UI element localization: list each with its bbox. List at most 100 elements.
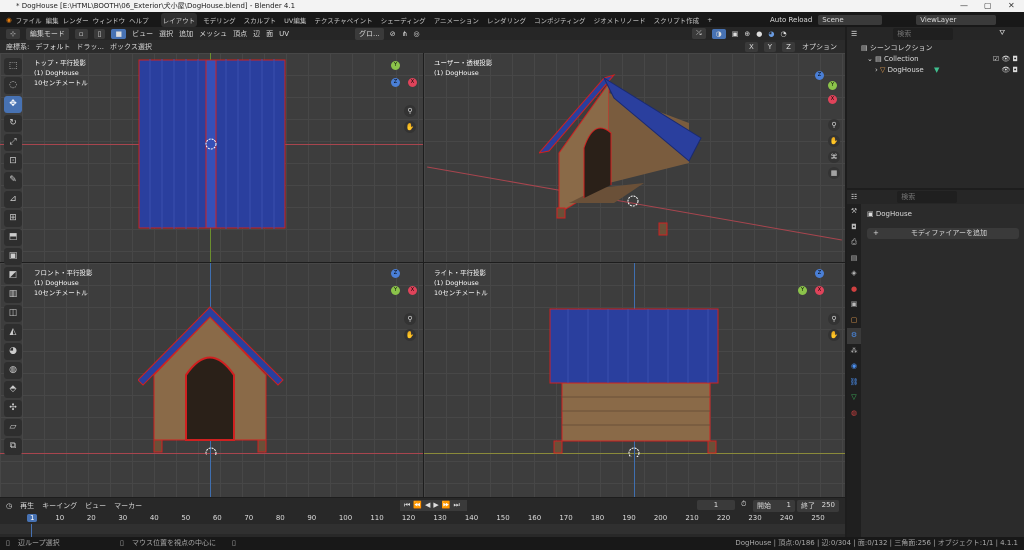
loop-cut-tool-icon[interactable]: ▥ xyxy=(4,286,22,303)
render-tab-icon[interactable]: ◘ xyxy=(847,220,861,236)
playback-menu[interactable]: 再生 xyxy=(20,501,34,511)
grid-icon[interactable]: ▦ xyxy=(828,167,840,179)
scene-tab-icon[interactable]: ◈ xyxy=(847,266,861,282)
auto-reload[interactable]: Auto Reload xyxy=(770,16,812,24)
outliner-display-icon[interactable]: ☰ xyxy=(851,30,857,38)
menu-file[interactable]: ファイル xyxy=(16,15,42,25)
menu-uv[interactable]: UV xyxy=(279,30,289,38)
options-menu[interactable]: オプション xyxy=(802,42,837,52)
xray-icon[interactable]: ▣ xyxy=(732,30,739,38)
pan-hand-icon[interactable]: ✋ xyxy=(404,121,416,133)
add-cube-tool-icon[interactable]: ⊞ xyxy=(4,210,22,227)
viewport-right[interactable]: ライト・平行投影 (1) DogHouse 10センチメートル Z X Y ⚲ ✋ xyxy=(424,263,845,497)
tab-shading[interactable]: シェーディング xyxy=(379,13,428,27)
modifier-tab-icon[interactable]: ⚙ xyxy=(847,328,861,344)
maximize-button[interactable]: ▢ xyxy=(984,0,992,12)
shear-tool-icon[interactable]: ▱ xyxy=(4,419,22,436)
snap-icon[interactable]: ⋔ xyxy=(402,30,408,38)
tab-rendering[interactable]: レンダリング xyxy=(485,13,528,27)
select-mode-selector[interactable]: ボックス選択 xyxy=(110,42,152,52)
pan-hand-icon[interactable]: ✋ xyxy=(828,329,840,341)
measure-tool-icon[interactable]: ⊿ xyxy=(4,191,22,208)
smooth-tool-icon[interactable]: ◍ xyxy=(4,362,22,379)
navigation-gizmo[interactable]: Z Y X xyxy=(374,269,418,313)
stopwatch-icon[interactable]: ⏱ xyxy=(741,500,746,509)
bevel-tool-icon[interactable]: ◩ xyxy=(4,267,22,284)
shading-rendered-icon[interactable]: ◔ xyxy=(780,30,786,38)
gizmo-z[interactable]: Z xyxy=(391,78,400,87)
gizmo-y[interactable]: Y xyxy=(828,81,837,90)
menu-vertex[interactable]: 頂点 xyxy=(233,29,247,39)
timeline-editor-icon[interactable]: ◷ xyxy=(6,502,12,510)
proportional-edit-icon[interactable]: ◎ xyxy=(413,30,419,38)
poly-build-tool-icon[interactable]: ◭ xyxy=(4,324,22,341)
view-menu[interactable]: ビュー xyxy=(85,501,106,511)
tab-modeling[interactable]: モデリング xyxy=(201,13,238,27)
gizmo-z[interactable]: Z xyxy=(815,269,824,278)
tab-texture-paint[interactable]: テクスチャペイント xyxy=(312,13,374,27)
outliner-search[interactable]: 検索 xyxy=(893,27,954,40)
face-select-icon[interactable]: ■ xyxy=(111,28,127,39)
gizmo-x[interactable]: X xyxy=(815,286,824,295)
inset-tool-icon[interactable]: ▣ xyxy=(4,248,22,265)
tab-animation[interactable]: アニメーション xyxy=(432,13,481,27)
viewport-front[interactable]: フロント・平行投影 (1) DogHouse 10センチメートル Z Y X ⚲ ✋ xyxy=(0,263,423,497)
edge-select-icon[interactable]: ▯ xyxy=(93,28,106,39)
annotate-tool-icon[interactable]: ✎ xyxy=(4,172,22,189)
overlay-toggle-icon[interactable]: ◑ xyxy=(711,28,726,39)
playback-controls[interactable]: ⏮⏪◀▶⏩⏭ xyxy=(400,500,467,511)
menu-mesh[interactable]: メッシュ xyxy=(199,29,227,39)
gizmo-z[interactable]: Z xyxy=(815,71,824,80)
menu-help[interactable]: ヘルプ xyxy=(129,15,149,25)
coord-selector[interactable]: デフォルト xyxy=(35,42,70,52)
cursor-tool-icon[interactable]: ◌ xyxy=(4,77,22,94)
tab-uv[interactable]: UV編集 xyxy=(282,13,308,27)
start-frame-field[interactable]: 開始 1 xyxy=(753,500,795,512)
tab-layout[interactable]: レイアウト xyxy=(160,12,198,27)
gizmo-z[interactable]: Z xyxy=(391,269,400,278)
constraints-tab-icon[interactable]: ⛓ xyxy=(847,375,861,391)
gizmo-x[interactable]: X xyxy=(828,95,837,104)
playhead[interactable] xyxy=(31,524,32,537)
frame-ruler[interactable]: 1 10 20 30 40 50 60 70 80 90 100 110 120 130 140 150 160… xyxy=(0,513,845,524)
world-tab-icon[interactable]: ● xyxy=(847,282,861,298)
marker-menu[interactable]: マーカー xyxy=(114,501,142,511)
edge-slide-tool-icon[interactable]: ⬘ xyxy=(4,381,22,398)
zoom-icon[interactable]: ⚲ xyxy=(404,105,416,117)
blender-logo-icon[interactable]: ◉ xyxy=(6,16,12,24)
navigation-gizmo[interactable]: Y Z X xyxy=(374,61,418,105)
rip-tool-icon[interactable]: ⧉ xyxy=(4,438,22,455)
drag-selector[interactable]: ドラッ... xyxy=(76,42,104,52)
tab-sculpt[interactable]: スカルプト xyxy=(242,13,279,27)
add-workspace-button[interactable]: + xyxy=(705,14,714,26)
menu-select[interactable]: 選択 xyxy=(159,29,173,39)
mirror-x[interactable]: X xyxy=(745,41,758,52)
extrude-tool-icon[interactable]: ⬒ xyxy=(4,229,22,246)
rotate-tool-icon[interactable]: ↻ xyxy=(4,115,22,132)
current-frame-field[interactable]: 1 xyxy=(697,500,735,510)
timeline-track[interactable] xyxy=(0,524,845,534)
physics-tab-icon[interactable]: ◉ xyxy=(847,359,861,375)
particles-tab-icon[interactable]: ⁂ xyxy=(847,344,861,360)
tool-tab-icon[interactable]: ⚒ xyxy=(847,204,861,220)
tab-geometry-nodes[interactable]: ジオメトリノード xyxy=(592,13,648,27)
transform-tool-icon[interactable]: ⊡ xyxy=(4,153,22,170)
menu-face[interactable]: 面 xyxy=(266,29,273,39)
add-modifier-button[interactable]: + モディファイアーを追加 xyxy=(867,228,1019,239)
minimize-button[interactable]: — xyxy=(960,0,968,12)
zoom-icon[interactable]: ⚲ xyxy=(828,119,840,131)
select-tool-icon[interactable]: ⬚ xyxy=(4,58,22,75)
output-tab-icon[interactable]: ⎙ xyxy=(847,235,861,251)
pan-hand-icon[interactable]: ✋ xyxy=(404,329,416,341)
menu-render[interactable]: レンダー xyxy=(63,15,89,25)
collection-row[interactable]: ⌄ ▤ Collection ☑ 👁 ◘ xyxy=(861,54,1024,65)
mode-selector[interactable]: 編集モード xyxy=(25,27,69,40)
pan-hand-icon[interactable]: ✋ xyxy=(828,135,840,147)
viewport-user-perspective[interactable]: ユーザー・透視投影 (1) DogHouse Z Y X ⚲ ✋ ⌘ ▦ xyxy=(424,53,845,262)
keying-menu[interactable]: キーイング xyxy=(42,501,77,511)
filter-icon[interactable]: ⛛ xyxy=(999,29,1005,38)
knife-tool-icon[interactable]: ◫ xyxy=(4,305,22,322)
spin-tool-icon[interactable]: ◕ xyxy=(4,343,22,360)
menu-edge[interactable]: 辺 xyxy=(253,29,260,39)
camera-icon[interactable]: ⌘ xyxy=(828,151,840,163)
